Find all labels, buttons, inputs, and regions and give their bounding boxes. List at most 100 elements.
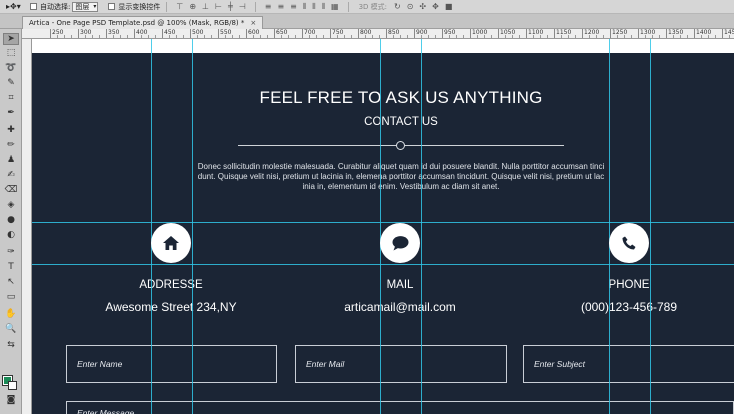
ruler-minor-tick — [659, 35, 660, 38]
subject-field[interactable]: Enter Subject — [523, 345, 734, 383]
ruler-major-tick — [554, 29, 555, 38]
swap-colors-icon[interactable]: ⇆ — [3, 339, 19, 351]
phone-value: (000)123-456-789 — [580, 300, 678, 314]
ruler-minor-tick — [365, 35, 366, 38]
ruler-major-tick — [442, 29, 443, 38]
ruler-minor-tick — [85, 35, 86, 38]
ruler-minor-tick — [505, 35, 506, 38]
distribute-left-icon[interactable]: ⫴ — [303, 2, 306, 12]
guide-vertical[interactable] — [650, 39, 651, 414]
auto-select-dropdown[interactable]: 图层 — [72, 1, 99, 12]
ruler-minor-tick — [484, 35, 485, 38]
show-transform-checkbox[interactable] — [108, 3, 116, 10]
ruler-minor-tick — [603, 35, 604, 38]
horizontal-ruler[interactable]: 250 300 350 400 450 500 550 600 650 700 750 800 850 9… — [22, 29, 734, 39]
dodge-tool-icon[interactable]: ◐ — [3, 229, 19, 241]
ruler-minor-tick — [57, 35, 58, 38]
guide-vertical[interactable] — [192, 39, 193, 414]
align-bottom-icon[interactable]: ⊥ — [202, 2, 209, 11]
ruler-minor-tick — [183, 35, 184, 38]
auto-select-checkbox[interactable] — [30, 3, 37, 10]
ruler-minor-tick — [204, 35, 205, 38]
ruler-major-tick — [106, 29, 107, 38]
align-top-icon[interactable]: ⊤ — [176, 2, 183, 11]
marquee-tool-icon[interactable]: ⬚ — [3, 47, 19, 59]
shape-tool-icon[interactable]: ▭ — [3, 291, 19, 303]
ruler-major-tick — [50, 29, 51, 38]
guide-vertical[interactable] — [609, 39, 610, 414]
ruler-minor-tick — [708, 35, 709, 38]
move-tool-preset-icon[interactable]: ▸✥▾ — [0, 2, 26, 11]
ruler-major-tick — [666, 29, 667, 38]
quick-mask-icon[interactable]: ◙ — [3, 394, 19, 406]
ruler-major-tick — [78, 29, 79, 38]
distribute-top-icon[interactable]: ≡ — [265, 2, 272, 11]
ruler-minor-tick — [344, 35, 345, 38]
mail-field[interactable]: Enter Mail — [295, 345, 507, 383]
options-separator — [254, 1, 256, 12]
3d-rotate-icon[interactable]: ↻ — [394, 2, 401, 11]
name-field[interactable]: Enter Name — [66, 345, 277, 383]
ruler-minor-tick — [113, 35, 114, 38]
guide-vertical[interactable] — [151, 39, 152, 414]
distribute-right-icon[interactable]: ⫴ — [322, 2, 325, 12]
message-field[interactable]: Enter Message — [66, 401, 734, 414]
ruler-minor-tick — [120, 35, 121, 38]
section-heading: FEEL FREE TO ASK US ANYTHING — [259, 88, 543, 107]
align-right-icon[interactable]: ⊣ — [239, 2, 246, 11]
ruler-minor-tick — [225, 35, 226, 38]
history-brush-tool-icon[interactable]: ✍ — [3, 169, 19, 181]
zoom-tool-icon[interactable]: 🔍 — [3, 323, 19, 335]
photoshop-window: ▸✥▾ 自动选择: 图层 显示变换控件 ⊤ ⊕ ⊥ ⊢ ╪ ⊣ ≡ ≡ ≡ ⫴ … — [0, 0, 734, 414]
ruler-major-tick — [498, 29, 499, 38]
guide-vertical[interactable] — [380, 39, 381, 414]
3d-roll-icon[interactable]: ⊙ — [407, 2, 414, 11]
document-tab[interactable]: Artica - One Page PSD Template.psd @ 100… — [22, 16, 264, 29]
move-tool-icon[interactable]: ➤ — [3, 33, 19, 45]
align-middle-icon[interactable]: ⊕ — [189, 2, 196, 11]
background-color-swatch[interactable] — [8, 381, 17, 390]
ruler-minor-tick — [568, 35, 569, 38]
ruler-minor-tick — [155, 35, 156, 38]
type-tool-icon[interactable]: T — [3, 261, 19, 273]
ruler-major-tick — [694, 29, 695, 38]
3d-slide-icon[interactable]: ✥ — [432, 2, 439, 11]
distribute-center-icon[interactable]: ⫴ — [312, 2, 315, 12]
ruler-minor-tick — [309, 35, 310, 38]
ruler-minor-tick — [435, 35, 436, 38]
eraser-tool-icon[interactable]: ⌫ — [3, 184, 19, 196]
distribute-middle-icon[interactable]: ≡ — [277, 2, 284, 11]
clone-stamp-tool-icon[interactable]: ♟ — [3, 154, 19, 166]
brush-tool-icon[interactable]: ✏ — [3, 139, 19, 151]
auto-align-icon[interactable]: ▦ — [331, 2, 339, 11]
toolbox: ➤ ⬚ ➰ ✎ ⌗ ✒ ✚ ✏ ♟ ✍ ⌫ ◈ ● ◐ ✑ T ↖ ▭ ✋ 🔍 … — [0, 29, 22, 414]
guide-horizontal[interactable] — [32, 264, 734, 265]
path-select-tool-icon[interactable]: ↖ — [3, 276, 19, 288]
intro-paragraph-line: Donec sollicitudin molestie malesuada. C… — [197, 162, 605, 171]
ruler-major-tick — [526, 29, 527, 38]
3d-pan-icon[interactable]: ✣ — [419, 2, 426, 11]
close-tab-icon[interactable]: × — [250, 19, 256, 27]
ruler-minor-tick — [288, 35, 289, 38]
3d-scale-icon[interactable]: ■ — [445, 2, 453, 11]
hand-tool-icon[interactable]: ✋ — [3, 308, 19, 320]
paint-bucket-tool-icon[interactable]: ◈ — [3, 199, 19, 211]
blur-tool-icon[interactable]: ● — [3, 214, 19, 226]
ruler-minor-tick — [652, 35, 653, 38]
ruler-minor-tick — [491, 35, 492, 38]
options-separator — [347, 1, 349, 12]
align-center-icon[interactable]: ╪ — [228, 2, 233, 11]
guide-vertical[interactable] — [421, 39, 422, 414]
chat-icon — [380, 223, 420, 263]
pen-tool-icon[interactable]: ✑ — [3, 246, 19, 258]
ruler-minor-tick — [127, 35, 128, 38]
options-separator — [166, 1, 168, 12]
ruler-minor-tick — [456, 35, 457, 38]
ruler-major-tick — [274, 29, 275, 38]
ruler-major-tick — [162, 29, 163, 38]
ruler-minor-tick — [267, 35, 268, 38]
distribute-bottom-icon[interactable]: ≡ — [290, 2, 297, 11]
align-left-icon[interactable]: ⊢ — [215, 2, 222, 11]
lasso-tool-icon[interactable]: ➰ — [3, 62, 19, 74]
ruler-major-tick — [218, 29, 219, 38]
